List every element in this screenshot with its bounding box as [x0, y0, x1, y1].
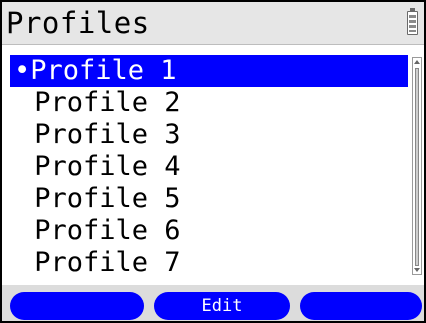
edit-softkey-button[interactable]: Edit [154, 292, 290, 320]
softkey-left-button[interactable] [10, 292, 144, 320]
list-item-profile-5[interactable]: Profile 5 [10, 183, 408, 215]
scroll-up-arrow-icon[interactable] [414, 60, 420, 64]
scroll-down-arrow-icon[interactable] [414, 268, 420, 272]
list-item-profile-3[interactable]: Profile 3 [10, 119, 408, 151]
list-scrollbar[interactable] [412, 57, 422, 275]
list-item-profile-2[interactable]: Profile 2 [10, 87, 408, 119]
list-item-profile-6[interactable]: Profile 6 [10, 215, 408, 247]
scrollbar-thumb[interactable] [415, 68, 419, 266]
list-item-profile-7[interactable]: Profile 7 [10, 247, 408, 279]
battery-icon [407, 8, 418, 35]
list-item-profile-4[interactable]: Profile 4 [10, 151, 408, 183]
softkey-right-button[interactable] [300, 292, 422, 320]
softkey-bar: Edit [2, 285, 424, 321]
page-title: Profiles [6, 6, 150, 40]
list-item-profile-1[interactable]: •Profile 1 [10, 55, 408, 87]
device-screen: Profiles •Profile 1 Profile 2 Profile 3 … [2, 2, 424, 321]
title-bar: Profiles [2, 2, 424, 45]
profile-list: •Profile 1 Profile 2 Profile 3 Profile 4… [10, 55, 408, 279]
